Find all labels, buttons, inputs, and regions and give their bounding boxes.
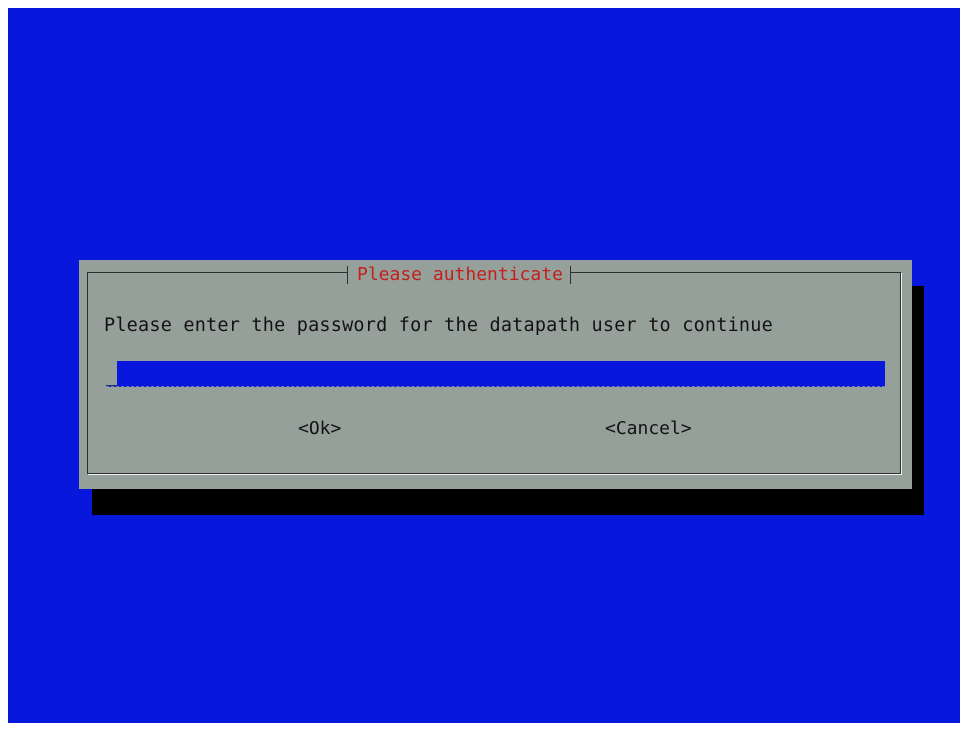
dialog-title-text: Please authenticate xyxy=(357,264,563,285)
password-input[interactable] xyxy=(117,361,885,387)
password-prompt: Please enter the password for the datapa… xyxy=(104,315,773,336)
auth-dialog: Please authenticate Please enter the pas… xyxy=(79,260,912,489)
installer-screen: Please authenticate Please enter the pas… xyxy=(8,8,960,723)
dialog-title: Please authenticate xyxy=(347,262,571,288)
input-underline xyxy=(106,386,885,387)
ok-button[interactable]: <Ok> xyxy=(298,418,341,439)
cancel-button[interactable]: <Cancel> xyxy=(605,418,692,439)
